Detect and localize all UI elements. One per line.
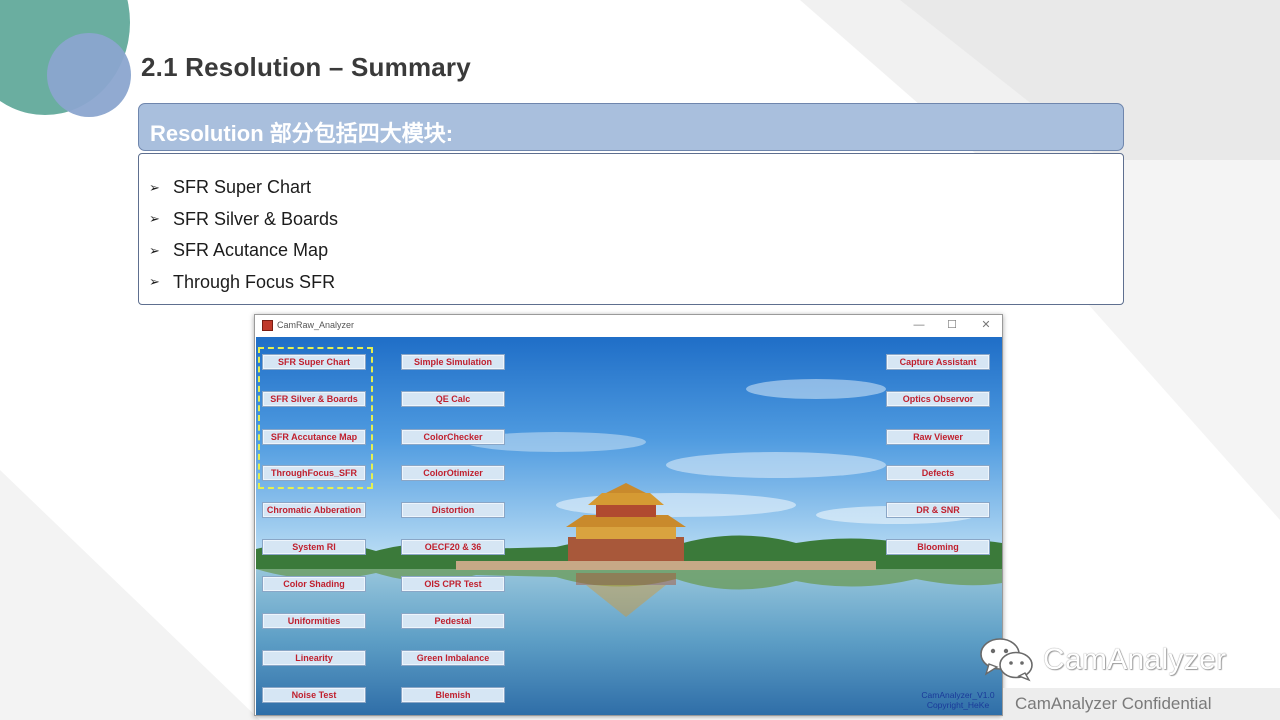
uniformities-button[interactable]: Uniformities: [262, 613, 366, 629]
resolution-modules-highlight: [258, 347, 373, 489]
arrow-bullet-icon: ➢: [149, 211, 160, 227]
green-imbalance-button[interactable]: Green Imbalance: [401, 650, 505, 666]
decorative-circle-blue: [47, 33, 131, 117]
maximize-button[interactable]: ☐: [941, 317, 963, 333]
confidential-text: CamAnalyzer Confidential: [1015, 694, 1212, 713]
blemish-button[interactable]: Blemish: [401, 687, 505, 703]
optics-observor-button[interactable]: Optics Observor: [886, 391, 990, 407]
dr-snr-button[interactable]: DR & SNR: [886, 502, 990, 518]
blooming-button[interactable]: Blooming: [886, 539, 990, 555]
chromatic-abberation-button[interactable]: Chromatic Abberation: [262, 502, 366, 518]
system-ri-button[interactable]: System RI: [262, 539, 366, 555]
bullet-item: ➢ SFR Acutance Map: [149, 235, 338, 267]
minimize-button[interactable]: —: [908, 317, 930, 333]
distortion-button[interactable]: Distortion: [401, 502, 505, 518]
colorotimizer-button[interactable]: ColorOtimizer: [401, 465, 505, 481]
app-title: CamRaw_Analyzer: [277, 320, 355, 330]
oecf-button[interactable]: OECF20 & 36: [401, 539, 505, 555]
linearity-button[interactable]: Linearity: [262, 650, 366, 666]
arrow-bullet-icon: ➢: [149, 274, 160, 290]
arrow-bullet-icon: ➢: [149, 179, 160, 195]
section-header: Resolution 部分包括四大模块:: [138, 103, 1124, 151]
ois-cpr-test-button[interactable]: OIS CPR Test: [401, 576, 505, 592]
bullet-text: SFR Super Chart: [173, 177, 312, 198]
colorchecker-button[interactable]: ColorChecker: [401, 429, 505, 445]
app-version-label: CamAnalyzer_V1.0 Copyright_HeKe: [916, 690, 1000, 710]
app-titlebar: CamRaw_Analyzer — ☐ ✕: [255, 315, 1002, 337]
bullet-text: SFR Acutance Map: [173, 240, 329, 261]
arrow-bullet-icon: ➢: [149, 242, 160, 258]
raw-viewer-button[interactable]: Raw Viewer: [886, 429, 990, 445]
app-version-line2: Copyright_HeKe: [926, 700, 990, 710]
color-shading-button[interactable]: Color Shading: [262, 576, 366, 592]
bullet-item: ➢ SFR Silver & Boards: [149, 204, 338, 236]
section-header-text: Resolution 部分包括四大模块:: [150, 121, 454, 146]
app-version-line1: CamAnalyzer_V1.0: [921, 690, 995, 700]
confidential-banner: CamAnalyzer Confidential: [1003, 688, 1280, 720]
qe-calc-button[interactable]: QE Calc: [401, 391, 505, 407]
bullet-text: Through Focus SFR: [173, 271, 336, 292]
simple-simulation-button[interactable]: Simple Simulation: [401, 354, 505, 370]
bullet-item: ➢ Through Focus SFR: [149, 267, 338, 299]
watermark-name: CamAnalyzer: [1043, 643, 1227, 676]
bullet-item: ➢ SFR Super Chart: [149, 172, 338, 204]
slide-title: 2.1 Resolution – Summary: [141, 52, 471, 82]
defects-button[interactable]: Defects: [886, 465, 990, 481]
bullet-list: ➢ SFR Super Chart ➢ SFR Silver & Boards ➢ S…: [149, 172, 338, 298]
wechat-icon: [980, 638, 1033, 682]
close-button[interactable]: ✕: [975, 317, 997, 333]
pedestal-button[interactable]: Pedestal: [401, 613, 505, 629]
noise-test-button[interactable]: Noise Test: [262, 687, 366, 703]
bullet-box: ➢ SFR Super Chart ➢ SFR Silver & Boards ➢ S…: [138, 153, 1124, 305]
bullet-text: SFR Silver & Boards: [173, 208, 339, 229]
app-icon: [262, 320, 273, 331]
capture-assistant-button[interactable]: Capture Assistant: [886, 354, 990, 370]
